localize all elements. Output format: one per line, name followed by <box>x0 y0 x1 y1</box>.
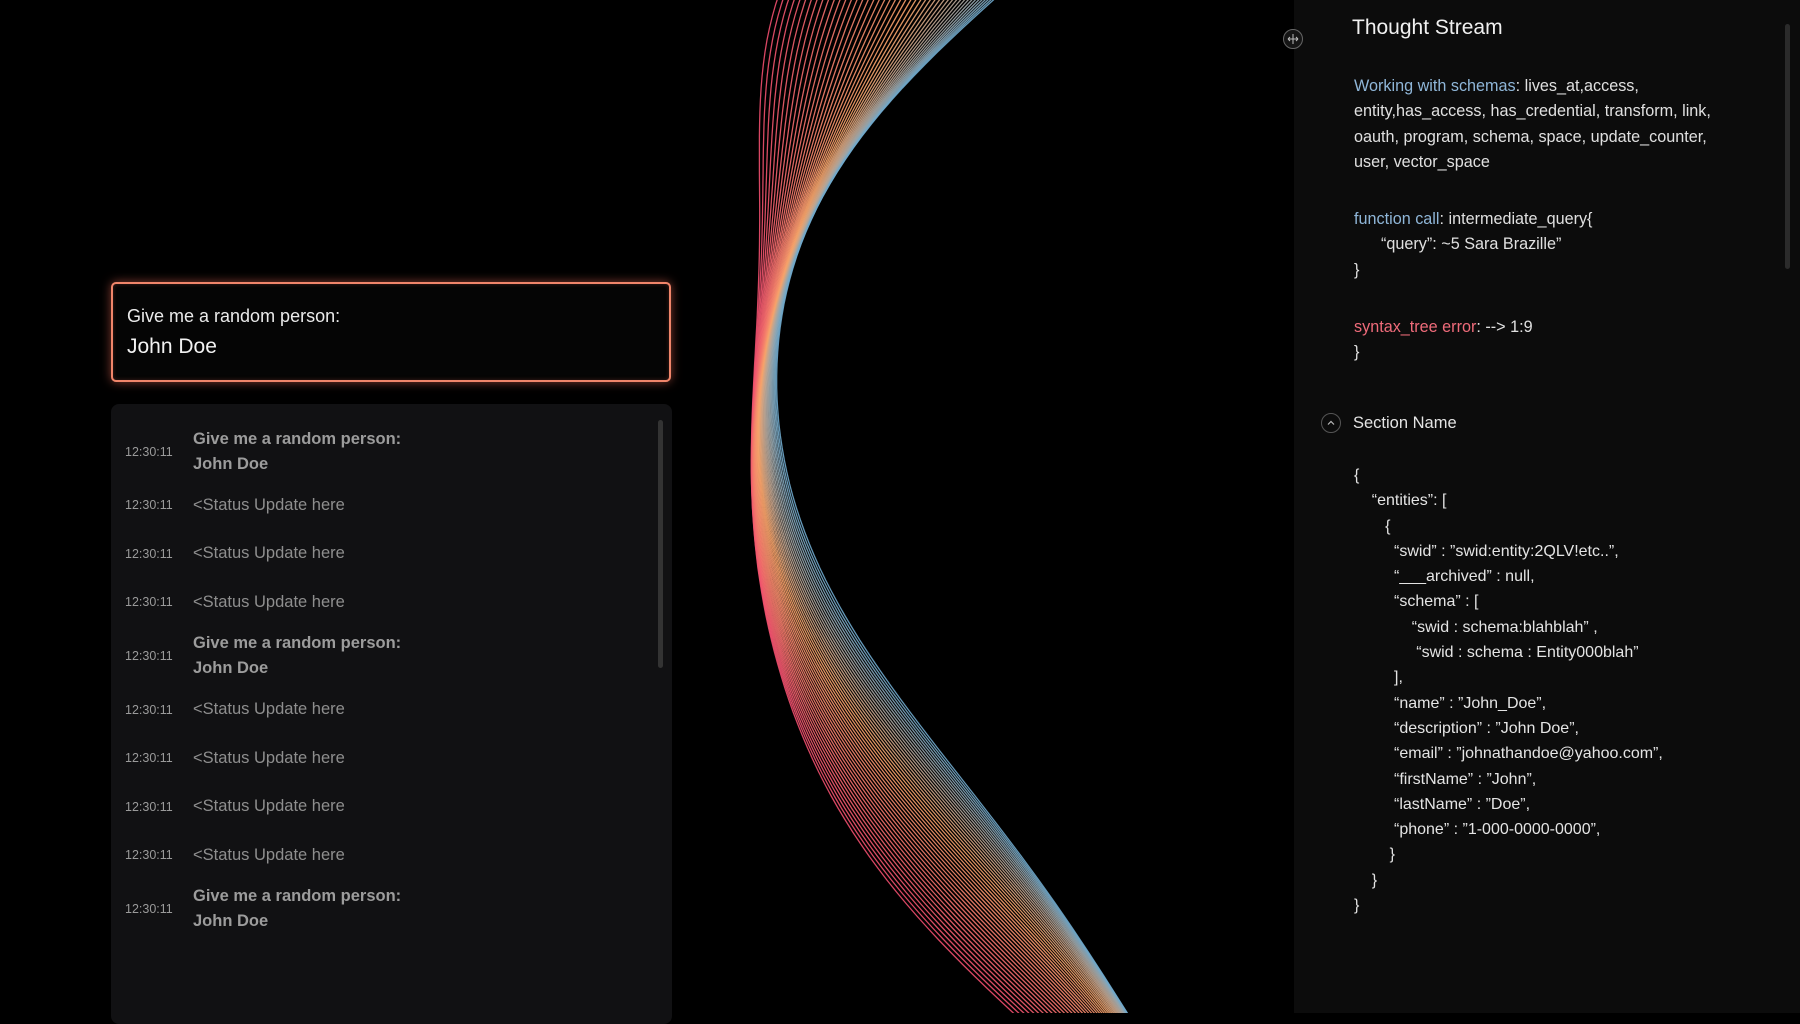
error-value: --> 1:9 <box>1480 318 1533 336</box>
json-line: ], <box>1354 669 1403 687</box>
log-timestamp: 12:30:11 <box>125 444 173 459</box>
log-text-line: <Status Update here <box>193 797 345 816</box>
log-text-line: John Doe <box>193 659 269 677</box>
json-line: “___archived” : null, <box>1354 568 1535 586</box>
log-scrollbar[interactable] <box>658 420 663 668</box>
log-timestamp: 12:30:11 <box>125 595 173 610</box>
log-text: <Status Update here <box>193 794 345 819</box>
wave-line <box>752 0 1073 1013</box>
json-line: “phone” : ”1-000-0000-0000”, <box>1354 821 1601 839</box>
prompt-value: John Doe <box>127 335 217 358</box>
schemas-entry: Working with schemas: lives_at,access, e… <box>1354 74 1734 175</box>
log-item: 12:30:11 <Status Update here <box>111 686 651 735</box>
panel-title: Thought Stream <box>1352 16 1503 39</box>
error-entry: syntax_tree error: --> 1:9 } <box>1354 315 1734 366</box>
log-text: <Status Update here <box>193 697 345 722</box>
json-output: { “entities”: [ { “swid” : ”swid:entity:… <box>1354 463 1663 918</box>
wave-line <box>752 0 1070 1013</box>
log-item: 12:30:11 <Status Update here <box>111 578 651 627</box>
json-line: “entities”: [ <box>1354 492 1447 510</box>
json-line: “swid : schema : Entity000blah” <box>1354 644 1639 662</box>
log-item: 12:30:11 <Status Update here <box>111 530 651 579</box>
log-text: Give me a random person: John Doe <box>193 631 401 681</box>
log-text-line: John Doe <box>193 912 269 930</box>
function-query: “query”: ~5 Sara Brazille” <box>1354 235 1562 254</box>
log-timestamp: 12:30:11 <box>125 702 173 717</box>
log-item: 12:30:11 <Status Update here <box>111 831 651 880</box>
log-text-line: <Status Update here <box>193 592 345 611</box>
log-item: 12:30:11 <Status Update here <box>111 783 651 832</box>
json-line: { <box>1354 467 1360 484</box>
log-text-line: Give me a random person: <box>193 634 402 652</box>
function-label: function call <box>1354 210 1440 228</box>
log-item: 12:30:11 Give me a random person: John Doe <box>111 627 651 686</box>
log-timestamp: 12:30:11 <box>125 546 173 561</box>
json-line: { <box>1354 517 1391 535</box>
json-line: “email” : ”johnathandoe@yahoo.com”, <box>1354 745 1663 763</box>
json-line: “description” : ”John Doe”, <box>1354 719 1579 737</box>
wave-line <box>753 0 1077 1013</box>
json-line: “swid” : ”swid:entity:2QLV!etc..”, <box>1354 542 1619 560</box>
log-timestamp: 12:30:11 <box>125 649 173 663</box>
log-text: <Status Update here <box>193 590 345 615</box>
section-header[interactable]: Section Name <box>1321 413 1457 433</box>
function-call-entry: function call: intermediate_query{ “quer… <box>1354 207 1734 283</box>
log-item: 12:30:11 Give me a random person: John Doe <box>111 422 651 481</box>
log-text-line: <Status Update here <box>193 845 345 864</box>
log-text: <Status Update here <box>193 493 345 518</box>
log-timestamp: 12:30:11 <box>125 498 173 513</box>
log-timestamp: 12:30:11 <box>125 848 173 863</box>
json-line: “lastName” : ”Doe”, <box>1354 795 1531 813</box>
log-text: <Status Update here <box>193 843 345 868</box>
json-line: “name” : ”John_Doe”, <box>1354 694 1547 712</box>
log-text-line: Give me a random person: <box>193 429 402 448</box>
json-line: } <box>1354 897 1360 915</box>
wave-line <box>754 0 1087 1013</box>
log-item: 12:30:11 Give me a random person: John Doe <box>111 880 651 939</box>
log-text-line: Give me a random person: <box>193 887 402 905</box>
error-label: syntax_tree error <box>1354 318 1477 336</box>
log-text: <Status Update here <box>193 746 345 771</box>
log-text: <Status Update here <box>193 541 345 566</box>
log-item: 12:30:11 <Status Update here <box>111 734 651 783</box>
log-text-line: <Status Update here <box>193 544 345 563</box>
log-timestamp: 12:30:11 <box>125 799 173 814</box>
log-timestamp: 12:30:11 <box>125 751 173 766</box>
log-text: Give me a random person: John Doe <box>193 884 401 934</box>
wave-line <box>766 0 1124 1013</box>
log-timestamp: 12:30:11 <box>125 902 173 916</box>
log-list: 12:30:11 Give me a random person: John Doe… <box>111 422 651 939</box>
function-close: } <box>1354 260 1360 279</box>
log-item: 12:30:11 <Status Update here <box>111 481 651 530</box>
json-line: “firstName” : ”John”, <box>1354 770 1537 788</box>
log-text-line: <Status Update here <box>193 700 345 719</box>
json-line: “schema” : [ <box>1354 593 1479 611</box>
resize-arrows-icon[interactable] <box>1283 29 1303 49</box>
chevron-up-icon[interactable] <box>1321 413 1341 433</box>
prompt-label: Give me a random person: <box>127 306 341 326</box>
prompt-input-box[interactable]: Give me a random person: John Doe <box>111 282 671 382</box>
function-value: intermediate_query{ <box>1443 210 1593 228</box>
log-text-line: <Status Update here <box>193 748 345 767</box>
error-close: } <box>1354 343 1360 362</box>
json-line: } <box>1354 871 1378 889</box>
panel-scrollbar[interactable] <box>1785 24 1790 269</box>
json-line: “swid : schema:blahblah” , <box>1354 618 1598 636</box>
json-line: } <box>1354 846 1395 864</box>
log-panel: 12:30:11 Give me a random person: John Doe… <box>111 404 672 1024</box>
schemas-label: Working with schemas <box>1354 77 1516 95</box>
log-text-line: <Status Update here <box>193 495 345 514</box>
log-text: Give me a random person: John Doe <box>193 427 401 477</box>
wave-line <box>755 0 1096 1013</box>
wave-line <box>763 0 1121 1013</box>
section-name: Section Name <box>1353 413 1457 432</box>
log-text-line: John Doe <box>193 454 269 473</box>
